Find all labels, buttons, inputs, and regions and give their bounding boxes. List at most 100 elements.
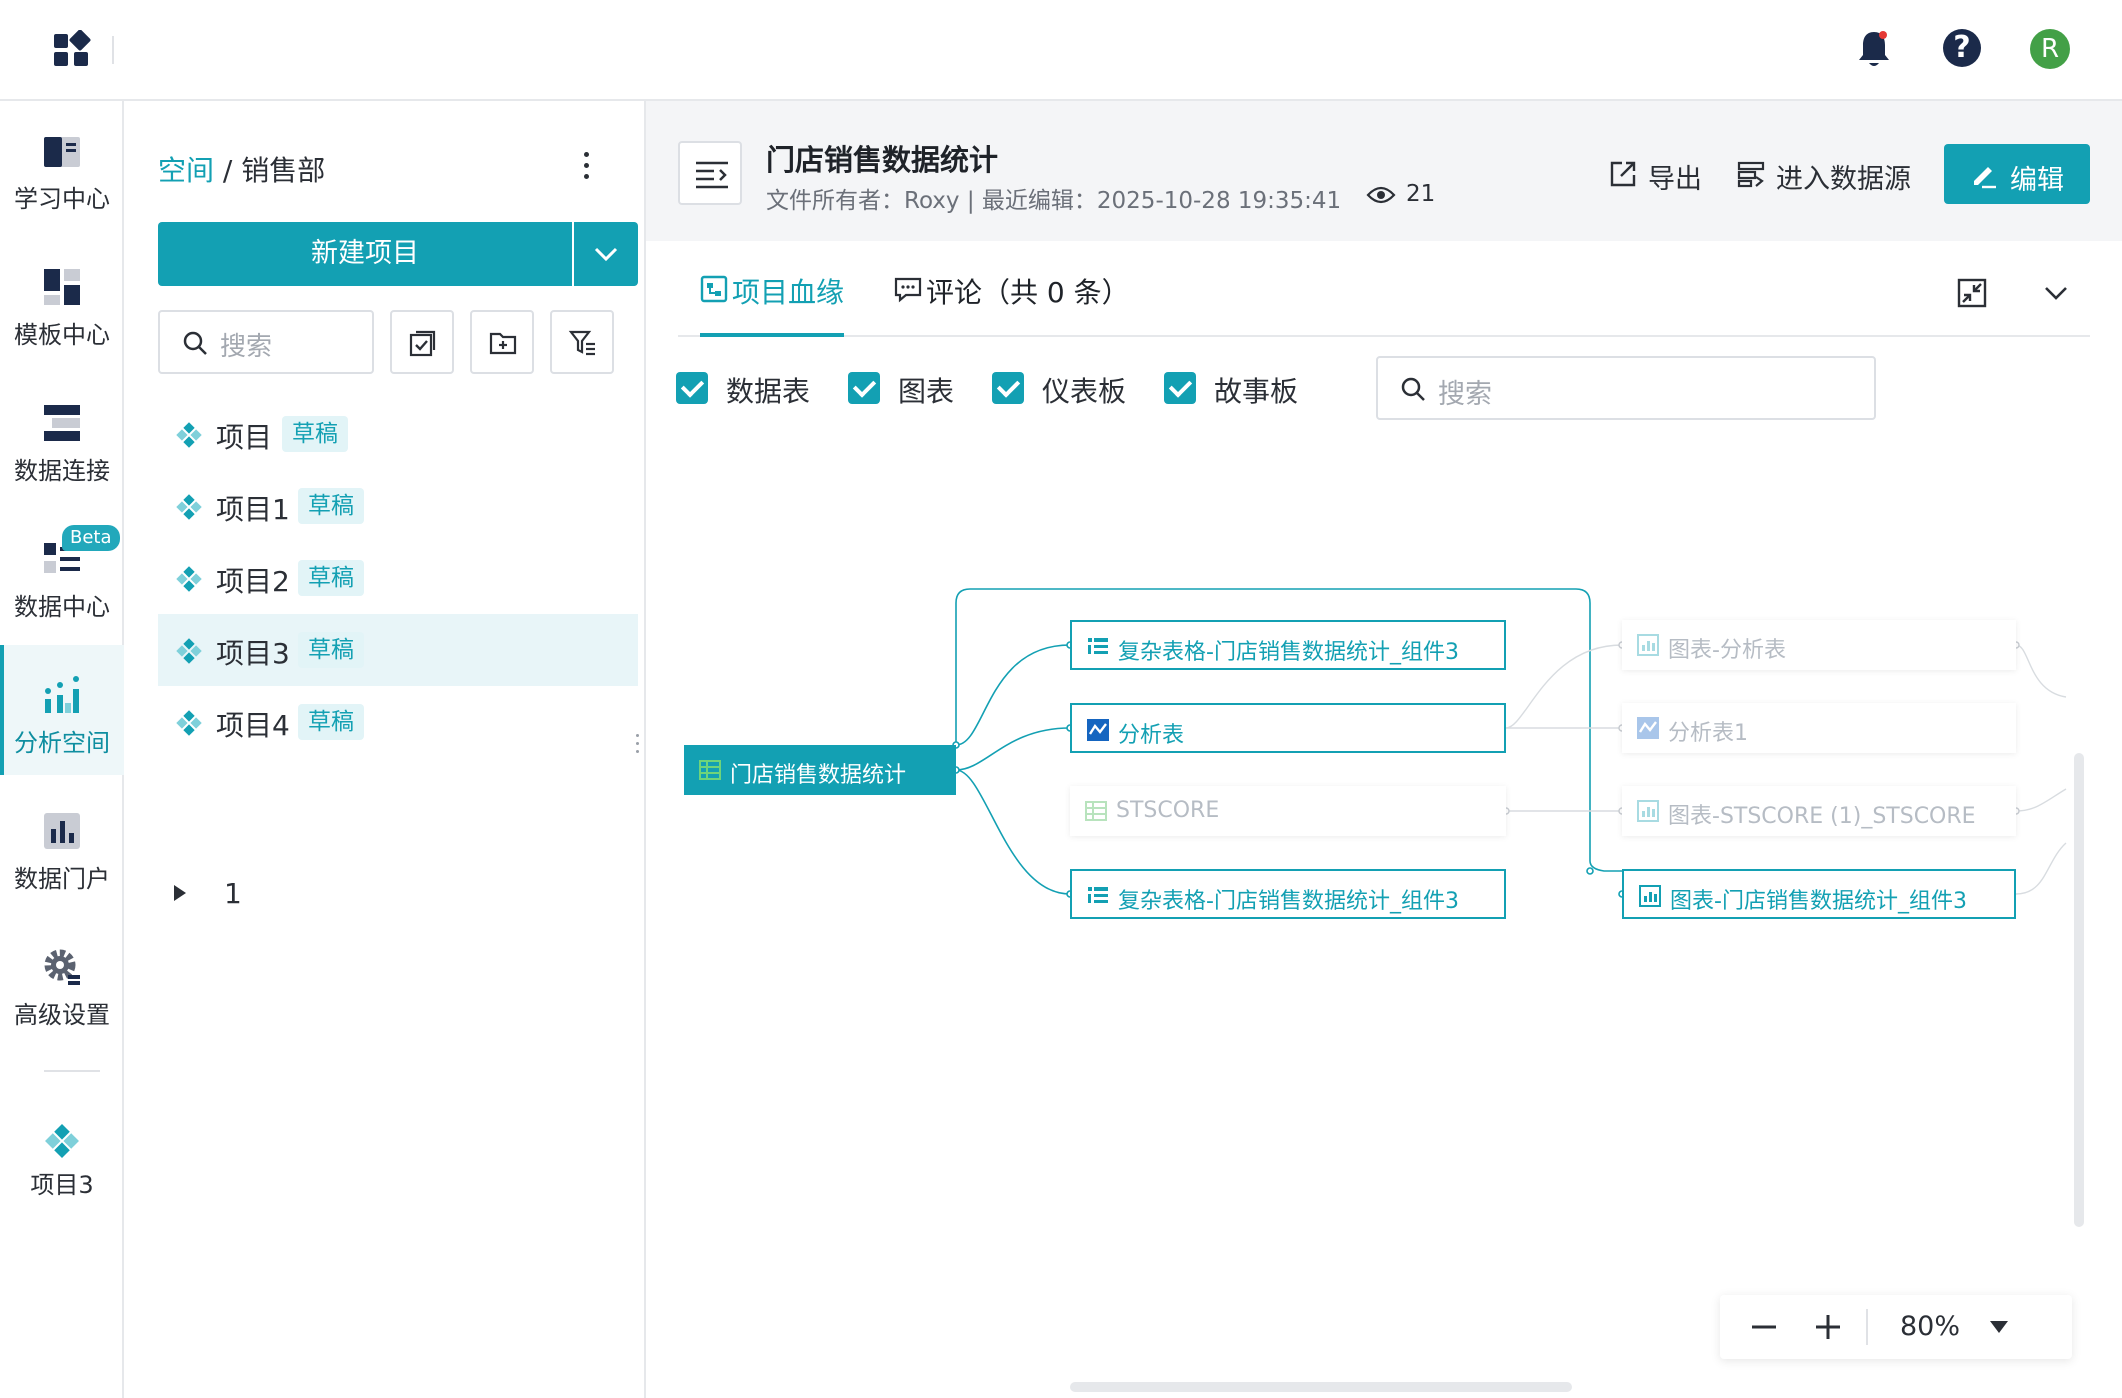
project-icon [45,1124,79,1158]
draft-tag: 草稿 [298,704,364,740]
lineage-node[interactable]: 分析表 [1070,703,1506,753]
filter-chart-checkbox[interactable]: 图表 [848,370,954,408]
nav-advanced-settings[interactable]: 高级设置 [0,917,124,1047]
nav-learning-center[interactable]: 学习中心 [0,101,124,231]
filter-storyboard-checkbox[interactable]: 故事板 [1164,370,1298,408]
filter-dashboard-checkbox[interactable]: 仪表板 [992,370,1126,408]
document-header: 门店销售数据统计 文件所有者：Roxy | 最近编辑：2025-10-28 19… [646,101,2122,241]
zoom-separator [1866,1309,1868,1345]
table-icon [699,760,721,780]
project-search-input[interactable]: 搜索 [158,310,374,374]
export-button[interactable]: 导出 [1608,157,1702,195]
zoom-control: 80% [1720,1295,2072,1359]
edit-pen-icon [1974,167,1996,189]
lineage-node[interactable]: 图表-门店销售数据统计_组件3 [1622,869,2016,919]
project-icon [176,710,202,736]
main-content: 门店销售数据统计 文件所有者：Roxy | 最近编辑：2025-10-28 19… [646,101,2122,1398]
chart-icon [1639,885,1661,907]
breadcrumb-space-link[interactable]: 空间 [158,154,214,187]
more-options-icon[interactable] [580,149,592,183]
nav-template-center[interactable]: 模板中心 [0,237,124,367]
checkbox-label: 数据表 [726,375,811,408]
tab-label: 评论（共 0 条） [926,276,1130,309]
checkbox-label: 仪表板 [1042,375,1127,408]
nav-label: 数据门户 [14,865,110,893]
lineage-node[interactable]: 复杂表格-门店销售数据统计_组件3 [1070,620,1506,670]
project-icon [176,494,202,520]
lineage-node[interactable]: 复杂表格-门店销售数据统计_组件3 [1070,869,1506,919]
checkbox-checked[interactable] [1164,372,1196,404]
eye-icon [1366,186,1396,204]
tab-comments[interactable]: 评论（共 0 条） [894,271,1130,337]
left-nav: 学习中心 模板中心 数据连接 Beta 数据中心 分析空间 数据门户 高级设置 … [0,101,124,1398]
zoom-in-icon[interactable] [1808,1307,1848,1347]
chevron-down-icon[interactable] [2040,277,2072,309]
datasource-label: 进入数据源 [1776,164,1911,195]
vertical-scrollbar[interactable] [2074,753,2084,1227]
breadcrumb: 空间 / 销售部 [158,149,325,189]
project-list-item[interactable]: 项目4 草稿 [158,686,638,758]
checkbox-checked[interactable] [848,372,880,404]
folder-name: 1 [224,877,242,910]
horizontal-scrollbar[interactable] [1070,1382,1572,1392]
tab-lineage[interactable]: 项目血缘 [700,271,844,337]
draft-tag: 草稿 [298,632,364,668]
app-grid-icon[interactable] [52,30,92,70]
new-project-dropdown-button[interactable] [574,222,638,286]
project-list-item-selected[interactable]: 项目3 草稿 [158,614,638,686]
nav-data-center[interactable]: Beta 数据中心 [0,509,124,639]
help-icon[interactable]: ? [1943,29,1981,67]
checkbox-checked[interactable] [676,372,708,404]
batch-select-button[interactable] [390,310,454,374]
panel-resize-handle[interactable] [634,731,640,761]
lineage-node-dimmed[interactable]: STSCORE [1070,786,1506,836]
project-name: 项目4 [216,709,290,742]
new-folder-button[interactable] [470,310,534,374]
analysis-icon [1637,717,1659,739]
collapse-fullscreen-icon[interactable] [1956,277,1988,309]
project-list-item[interactable]: 项目 草稿 [158,398,638,470]
breadcrumb-separator: / [214,154,242,187]
nav-label: 分析空间 [14,729,110,757]
lineage-node-dimmed[interactable]: 分析表1 [1622,703,2016,753]
nav-data-connection[interactable]: 数据连接 [0,373,124,503]
search-icon [183,331,207,355]
lineage-node-dimmed[interactable]: 图表-STSCORE (1)_STSCORE [1622,786,2016,836]
datasource-icon [1737,161,1765,188]
nav-recent-project[interactable]: 项目3 [0,1091,124,1221]
outline-toggle-button[interactable] [678,141,742,205]
zoom-out-icon[interactable] [1744,1307,1784,1347]
lineage-search-input[interactable]: 搜索 [1376,356,1876,420]
book-icon [44,137,80,167]
complex-table-icon [1088,887,1108,903]
project-icon [176,638,202,664]
chart-icon [1637,634,1659,656]
enter-datasource-button[interactable]: 进入数据源 [1736,157,1916,195]
folder-add-icon [489,332,517,355]
lineage-node-dimmed[interactable]: 图表-分析表 [1622,620,2016,670]
project-list-item[interactable]: 项目2 草稿 [158,542,638,614]
search-icon [1401,377,1425,401]
lineage-source-node[interactable]: 门店销售数据统计 [684,745,956,795]
project-icon [176,566,202,592]
draft-tag: 草稿 [298,488,364,524]
filter-datatable-checkbox[interactable]: 数据表 [676,370,810,408]
gear-icon [44,949,80,985]
new-project-button[interactable]: 新建项目 [158,222,572,286]
zoom-dropdown-icon[interactable] [1990,1321,2008,1333]
folder-item[interactable]: 1 [158,871,638,917]
edit-button[interactable]: 编辑 [1944,144,2090,204]
project-icon [176,422,202,448]
notification-bell-icon[interactable] [1856,28,1892,70]
search-placeholder: 搜索 [1438,379,1492,410]
user-avatar[interactable]: R [2030,29,2070,69]
project-name: 项目2 [216,565,290,598]
project-list-item[interactable]: 项目1 草稿 [158,470,638,542]
nav-analysis-space[interactable]: 分析空间 [0,645,124,775]
filter-sort-button[interactable] [550,310,614,374]
breadcrumb-current: 销售部 [241,154,326,187]
checkbox-checked[interactable] [992,372,1024,404]
caret-right-icon[interactable] [174,885,186,901]
nav-data-portal[interactable]: 数据门户 [0,781,124,911]
edit-label: 编辑 [2010,165,2064,196]
